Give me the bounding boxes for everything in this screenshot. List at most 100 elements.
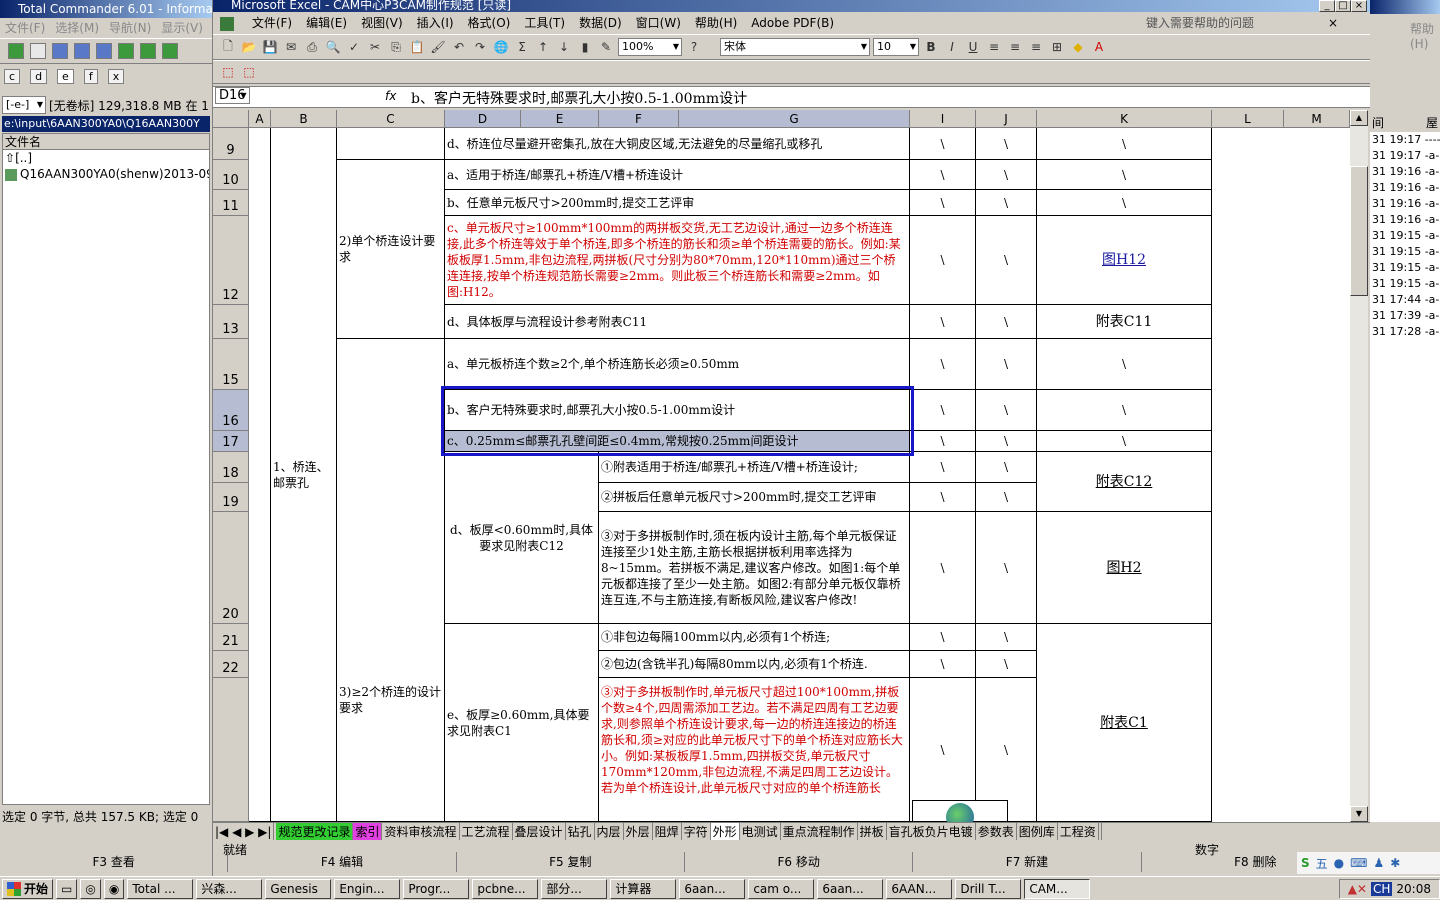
rp-list-item[interactable]: 31 19:17 ---- — [1372, 132, 1440, 148]
scroll-down-button[interactable]: ▼ — [1350, 806, 1368, 822]
f3-view-button[interactable]: F3 查看 — [0, 852, 229, 872]
sheet-tab[interactable]: 字符 — [682, 823, 711, 840]
menu-adobe-pdf[interactable]: Adobe PDF(B) — [751, 16, 834, 30]
menu-view[interactable]: 视图(V) — [361, 16, 403, 30]
tree-view-icon[interactable] — [96, 43, 112, 59]
sheet-tab[interactable]: 拼板 — [858, 823, 887, 840]
rp-list-item[interactable]: 31 19:16 -a- — [1372, 164, 1440, 180]
cell-i[interactable]: \ — [910, 452, 976, 483]
drive-select[interactable]: [-e-] — [2, 96, 46, 114]
tc-menu-view[interactable]: 显示(V) — [161, 21, 203, 35]
name-box[interactable]: D16 — [215, 87, 250, 104]
lang-indicator[interactable]: CH — [1371, 881, 1393, 896]
row-header[interactable]: 18 — [213, 452, 249, 483]
formula-input[interactable]: b、客户无特殊要求时,邮票孔大小按0.5-1.00mm设计 — [411, 88, 747, 108]
help-icon[interactable]: ? — [685, 38, 703, 56]
cell-d17[interactable]: c、0.25mm≤邮票孔孔壁间距≤0.4mm,常规按0.25mm间距设计 — [445, 431, 910, 452]
cell-c-multi-bridge[interactable]: 3)≥2个桥连的设计要求 — [337, 339, 445, 822]
open-icon[interactable]: 📂 — [240, 38, 258, 56]
sheet-tab[interactable]: 电测试 — [740, 823, 781, 840]
sheet-tab[interactable]: 图例库 — [1017, 823, 1058, 840]
taskbar-item[interactable]: 6aan... — [679, 878, 746, 899]
align-right-icon[interactable]: ≡ — [1027, 38, 1045, 56]
sort-desc-icon[interactable]: ↓ — [555, 38, 573, 56]
menu-format[interactable]: 格式(O) — [468, 16, 511, 30]
underline-icon[interactable]: U — [964, 38, 982, 56]
cell-j[interactable]: \ — [976, 483, 1037, 512]
cell-k[interactable]: \ — [1037, 431, 1212, 452]
tc-menu-file[interactable]: 文件(F) — [5, 21, 45, 35]
cell-f23[interactable]: ③对于多拼板制作时,单元板尺寸超过100*100mm,拼板个数≥4个,四周需添加… — [599, 678, 910, 822]
tc-menu-nav[interactable]: 导航(N) — [109, 21, 151, 35]
row-header[interactable]: 22 — [213, 651, 249, 678]
rp-list-item[interactable]: 31 19:15 -a- — [1372, 228, 1440, 244]
sheet-tab[interactable]: 叠层设计 — [513, 823, 566, 840]
menu-tools[interactable]: 工具(T) — [524, 16, 565, 30]
cell-i[interactable]: \ — [910, 624, 976, 651]
cell-i[interactable]: \ — [910, 483, 976, 512]
cell-k[interactable]: \ — [1037, 339, 1212, 390]
cell-i[interactable]: \ — [910, 390, 976, 431]
wrench-icon[interactable]: ✱ — [1390, 856, 1400, 870]
embedded-image[interactable] — [912, 800, 1008, 822]
col-header[interactable]: F — [599, 110, 679, 128]
quicklaunch-ie-icon[interactable]: ◎ — [80, 878, 101, 899]
link-h12[interactable]: 图H12 — [1037, 216, 1212, 305]
sheet-tab[interactable]: 重点流程制作 — [781, 823, 858, 840]
paste-icon[interactable]: 📋 — [408, 38, 426, 56]
col-header[interactable]: J — [976, 110, 1037, 128]
row-header[interactable]: 19 — [213, 483, 249, 512]
sheet-tab[interactable]: 工艺流程 — [460, 823, 513, 840]
redo-icon[interactable]: ↷ — [471, 38, 489, 56]
col-header[interactable]: L — [1212, 110, 1284, 128]
cell-e-thick[interactable]: e、板厚≥0.60mm,具体要求见附表C1 — [445, 624, 599, 822]
quicklaunch-media-icon[interactable]: ◉ — [103, 878, 125, 899]
sort-asc-icon[interactable]: ↑ — [534, 38, 552, 56]
cell-i[interactable]: \ — [910, 190, 976, 216]
taskbar-item[interactable]: 6AAN... — [886, 878, 953, 899]
drawing-icon[interactable]: ✎ — [597, 38, 615, 56]
rp-file-list[interactable]: 31 19:17 ---- 31 19:17 -a- 31 19:16 -a- 31 … — [1370, 132, 1440, 822]
cell-j[interactable]: \ — [976, 190, 1037, 216]
cell-j[interactable]: \ — [976, 452, 1037, 483]
row-header[interactable]: 11 — [213, 190, 249, 216]
taskbar-item[interactable]: cam o... — [748, 878, 815, 899]
rp-list-item[interactable]: 31 17:28 -a- — [1372, 324, 1440, 340]
drive-c-button[interactable]: c — [4, 68, 21, 84]
cell-f18[interactable]: ①附表适用于桥连/邮票孔+桥连/V槽+桥连设计; — [599, 452, 910, 483]
drive-d-button[interactable]: d — [30, 68, 48, 84]
clock[interactable]: 20:08 — [1396, 882, 1431, 896]
col-header[interactable]: M — [1284, 110, 1350, 128]
taskbar-item[interactable]: 6aan... — [817, 878, 884, 899]
taskbar-item[interactable]: pcbne... — [472, 878, 539, 899]
font-select[interactable]: 宋体 — [720, 38, 870, 56]
cell-j[interactable]: \ — [976, 651, 1037, 678]
cell-f20[interactable]: ③对于多拼板制作时,须在板内设计主筋,每个单元板保证连接至少1处主筋,主筋长根据… — [599, 512, 910, 624]
cell-i[interactable]: \ — [910, 305, 976, 339]
rp-list-item[interactable]: 31 19:15 -a- — [1372, 276, 1440, 292]
cell-j[interactable]: \ — [976, 431, 1037, 452]
taskbar-item[interactable]: 部分... — [541, 878, 608, 899]
cell-k[interactable]: \ — [1037, 390, 1212, 431]
taskbar-item[interactable]: 计算器 — [610, 878, 677, 899]
close-button[interactable]: × — [1351, 0, 1367, 12]
vertical-scrollbar[interactable]: ▲ ▼ — [1350, 110, 1368, 822]
taskbar-item[interactable]: Genesis — [265, 878, 332, 899]
sogou-icon[interactable]: S — [1301, 856, 1310, 870]
back-icon[interactable] — [140, 43, 156, 59]
sum-icon[interactable]: Σ — [513, 38, 531, 56]
row-header[interactable]: 16 — [213, 390, 249, 431]
row-header[interactable]: 10 — [213, 160, 249, 190]
row-header[interactable] — [213, 678, 249, 822]
minimize-button[interactable]: _ — [1319, 0, 1335, 12]
cell-f22[interactable]: ②包边(含铣半孔)每隔80mm以内,必须有1个桥连. — [599, 651, 910, 678]
sheet-tab[interactable]: 盲孔板负片电镀 — [887, 823, 976, 840]
cell-k[interactable]: \ — [1037, 190, 1212, 216]
cell-c-single-bridge[interactable]: 2)单个桥连设计要求 — [337, 160, 445, 339]
cell-d15[interactable]: a、单元板桥连个数≥2个,单个桥连筋长必须≥0.50mm — [445, 339, 910, 390]
rp-list-item[interactable]: 31 19:16 -a- — [1372, 212, 1440, 228]
cell-i[interactable]: \ — [910, 216, 976, 305]
row-header[interactable]: 12 — [213, 216, 249, 305]
cell-f19[interactable]: ②拼板后任意单元板尺寸>200mm时,提交工艺评审 — [599, 483, 910, 512]
permission-icon[interactable]: ✉ — [282, 38, 300, 56]
